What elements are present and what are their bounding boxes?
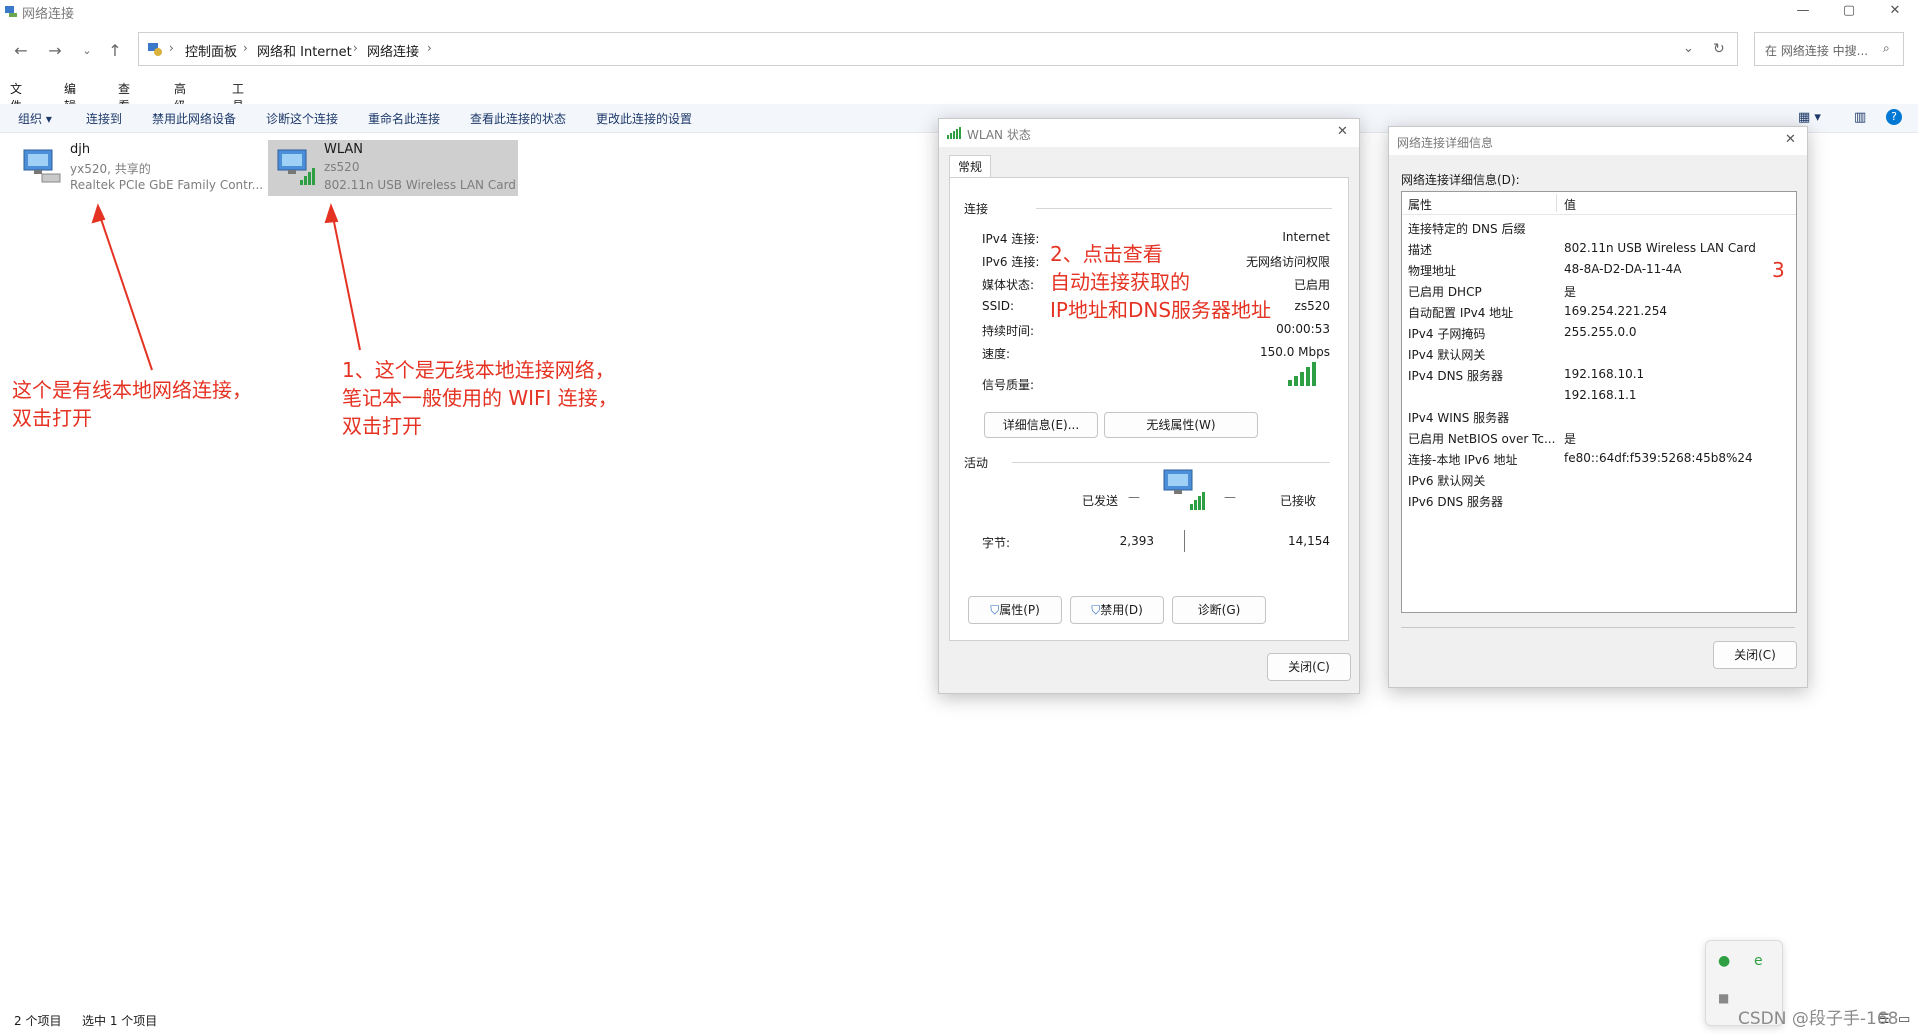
divider <box>1036 208 1332 209</box>
shield-icon: ⛉ <box>990 603 1000 617</box>
properties-button[interactable]: ⛉属性(P) <box>968 596 1062 624</box>
bytes-divider <box>1184 530 1185 552</box>
media-state-label: 媒体状态: <box>982 278 1035 292</box>
bytes-label: 字节: <box>982 536 1011 550</box>
divider <box>1012 462 1330 463</box>
dialog-titlebar: 网络连接详细信息 ✕ <box>1389 127 1807 155</box>
disable-button[interactable]: ⛉禁用(D) <box>1070 596 1164 624</box>
close-button[interactable]: 关闭(C) <box>1267 653 1351 681</box>
item-count: 2 个项目 <box>14 1014 62 1028</box>
signal-quality-label: 信号质量: <box>982 378 1035 392</box>
speed-label: 速度: <box>982 347 1011 361</box>
close-icon[interactable]: ✕ <box>1337 124 1348 139</box>
close-button[interactable]: 关闭(C) <box>1713 641 1797 669</box>
dialog-titlebar: WLAN 状态 ✕ <box>939 119 1359 147</box>
watermark: CSDN @段子手-168 <box>1738 1009 1899 1029</box>
ipv4-connectivity-label: IPv4 连接: <box>982 232 1040 246</box>
bytes-sent-value: 2,393 <box>1119 534 1154 548</box>
shield-icon: ⛉ <box>1091 603 1101 617</box>
list-header: 属性 值 <box>1402 192 1796 215</box>
browser-icon[interactable]: e <box>1754 953 1763 969</box>
large-icons-view-icon[interactable]: ▭ <box>1898 1012 1910 1027</box>
column-divider <box>1556 194 1557 212</box>
sent-dash: — <box>1128 490 1140 504</box>
selected-count: 选中 1 个项目 <box>82 1014 158 1028</box>
ipv6-connectivity-label: IPv6 连接: <box>982 255 1040 269</box>
bytes-received-value: 14,154 <box>1288 534 1330 548</box>
column-header-property[interactable]: 属性 <box>1408 196 1432 213</box>
wlan-status-dialog: WLAN 状态 ✕ 常规 连接 IPv4 连接: Internet IPv6 连… <box>938 118 1360 694</box>
details-list[interactable]: 属性 值 连接特定的 DNS 后缀 描述 802.11n USB Wireless… <box>1401 191 1797 613</box>
stop-icon[interactable]: ■ <box>1718 991 1729 1005</box>
details-button[interactable]: 详细信息(E)... <box>984 412 1098 438</box>
received-dash: — <box>1224 490 1236 504</box>
details-header: 网络连接详细信息(D): <box>1401 173 1520 187</box>
duration-label: 持续时间: <box>982 324 1035 338</box>
activity-group-label: 活动 <box>964 456 989 470</box>
network-activity-icon <box>1163 469 1205 510</box>
annotation-wireless: 1、这个是无线本地连接网络， 笔记本一般使用的 WIFI 连接， 双击打开 <box>342 358 618 438</box>
divider <box>1401 627 1795 628</box>
arrow-wlan-head <box>324 203 339 224</box>
network-details-dialog: 网络连接详细信息 ✕ 网络连接详细信息(D): 属性 值 连接特定的 DNS 后… <box>1388 126 1808 688</box>
diagnose-button[interactable]: 诊断(G) <box>1172 596 1266 624</box>
column-header-value[interactable]: 值 <box>1564 196 1576 213</box>
dialog-title: 网络连接详细信息 <box>1397 136 1494 150</box>
dialog-title: WLAN 状态 <box>967 128 1031 142</box>
arrow-wired <box>97 209 153 371</box>
received-label: 已接收 <box>1280 494 1317 508</box>
close-icon[interactable]: ✕ <box>1785 132 1796 147</box>
sent-label: 已发送 <box>1082 494 1119 508</box>
arrow-wired-head <box>91 203 106 224</box>
chat-icon[interactable]: ● <box>1718 953 1730 969</box>
connection-group-label: 连接 <box>964 202 989 216</box>
annotation-step3: 3 <box>1772 258 1785 282</box>
duration-value: 00:00:53 <box>1276 322 1330 336</box>
annotation-wired: 这个是有线本地网络连接， 双击打开 <box>12 378 252 430</box>
speed-value: 150.0 Mbps <box>1259 345 1330 359</box>
ssid-label: SSID: <box>982 299 1015 313</box>
status-bar: 2 个项目 选中 1 个项目 ☰ ▭ <box>0 1010 1918 1035</box>
wireless-properties-button[interactable]: 无线属性(W) <box>1104 412 1258 438</box>
tab-general[interactable]: 常规 <box>949 155 991 178</box>
annotation-step2: 2、点击查看 自动连接获取的 IP地址和DNS服务器地址 <box>1050 242 1272 322</box>
signal-strength-icon <box>1288 362 1316 386</box>
signal-icon <box>947 127 961 139</box>
